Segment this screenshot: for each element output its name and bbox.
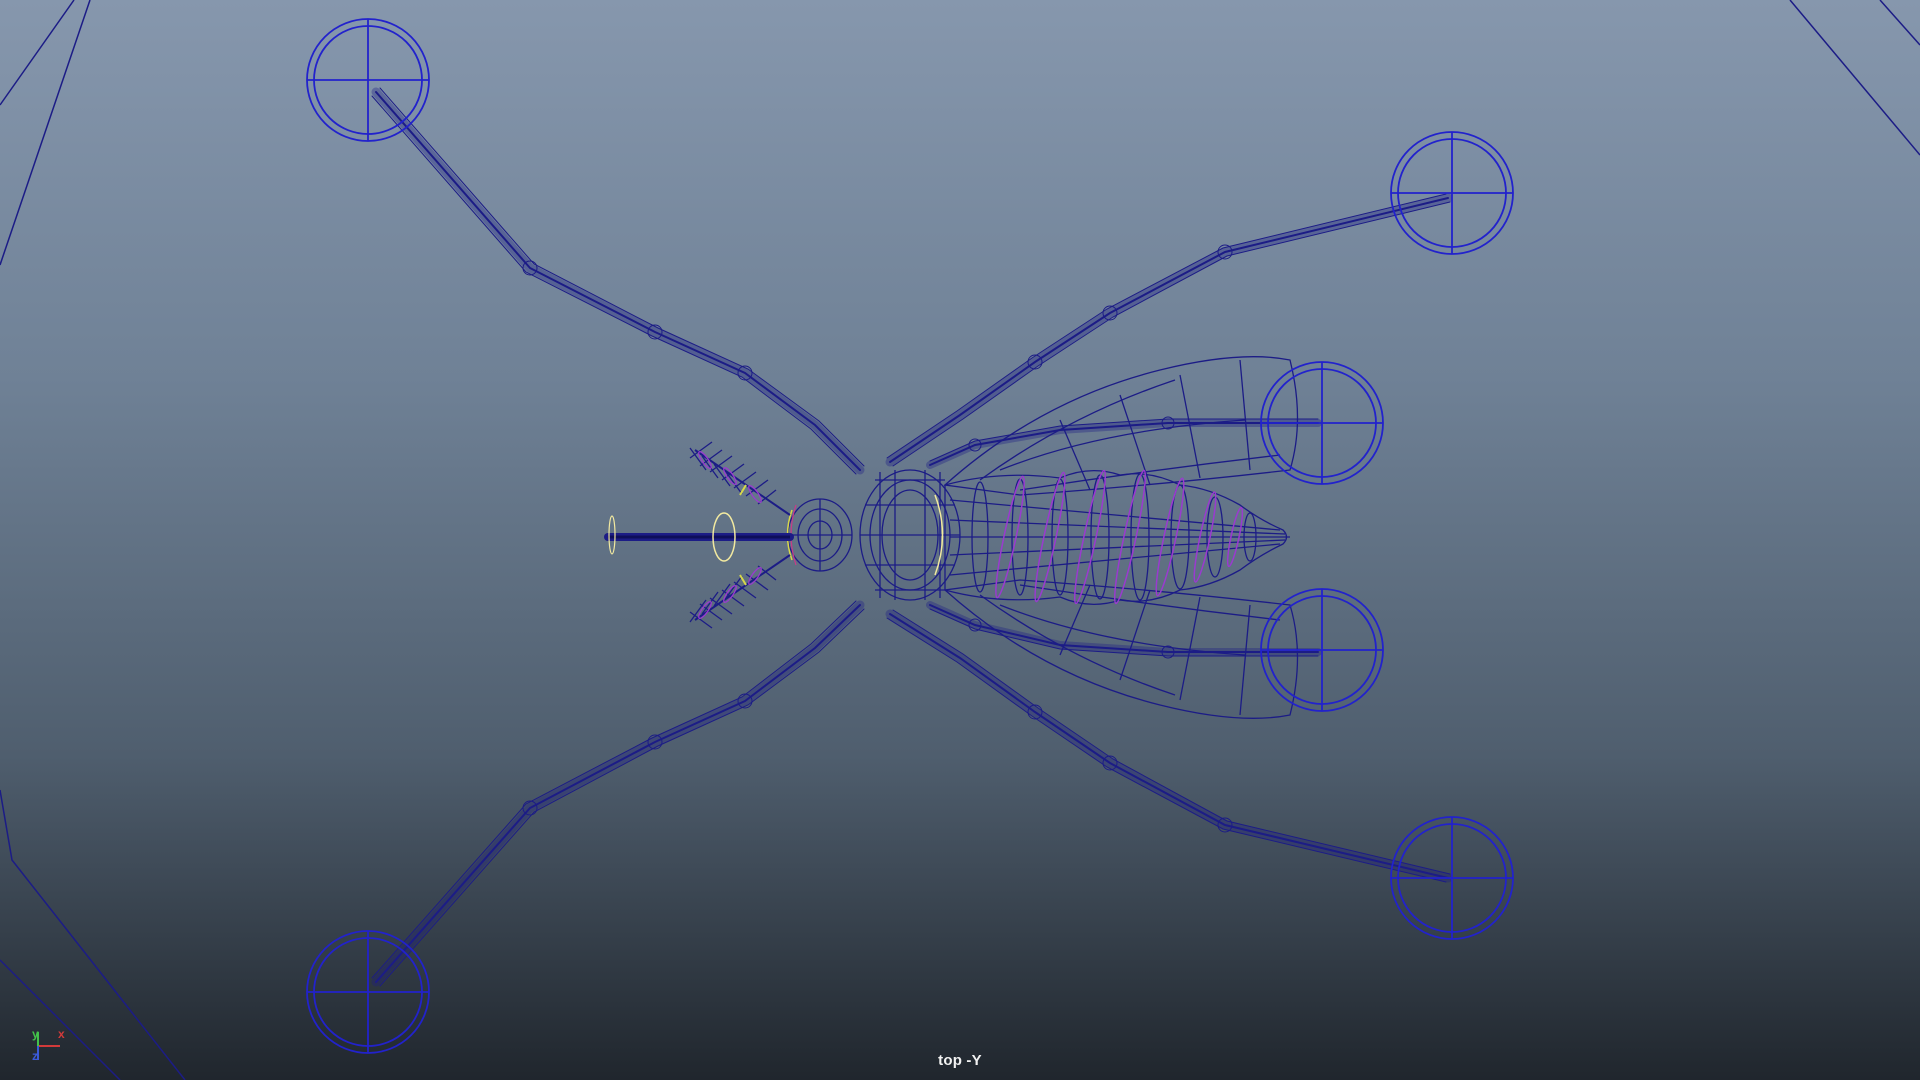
- circle-crosshair-icon[interactable]: [1260, 361, 1384, 485]
- circle-crosshair-icon[interactable]: [1390, 816, 1514, 940]
- axis-x-label: x: [58, 1027, 65, 1041]
- leg-middle-lower: [926, 601, 1322, 659]
- leg-upper-left: [371, 87, 865, 475]
- viewport-top[interactable]: y x z top -Y: [0, 0, 1920, 1080]
- proboscis: [604, 512, 794, 562]
- axis-y-label: y: [32, 1027, 39, 1041]
- head: [786, 498, 853, 572]
- scene-wireframe[interactable]: [0, 0, 1920, 1080]
- thorax: [859, 469, 961, 601]
- circle-crosshair-icon[interactable]: [1390, 131, 1514, 255]
- antenna-upper: [689, 441, 791, 516]
- circle-crosshair-icon[interactable]: [306, 18, 430, 142]
- camera-label: top -Y: [938, 1052, 982, 1069]
- foot-controllers: [306, 18, 1514, 1054]
- leg-lower-left: [371, 600, 865, 987]
- circle-crosshair-icon[interactable]: [1260, 588, 1384, 712]
- circle-crosshair-icon[interactable]: [306, 930, 430, 1054]
- antenna-lower: [689, 554, 791, 629]
